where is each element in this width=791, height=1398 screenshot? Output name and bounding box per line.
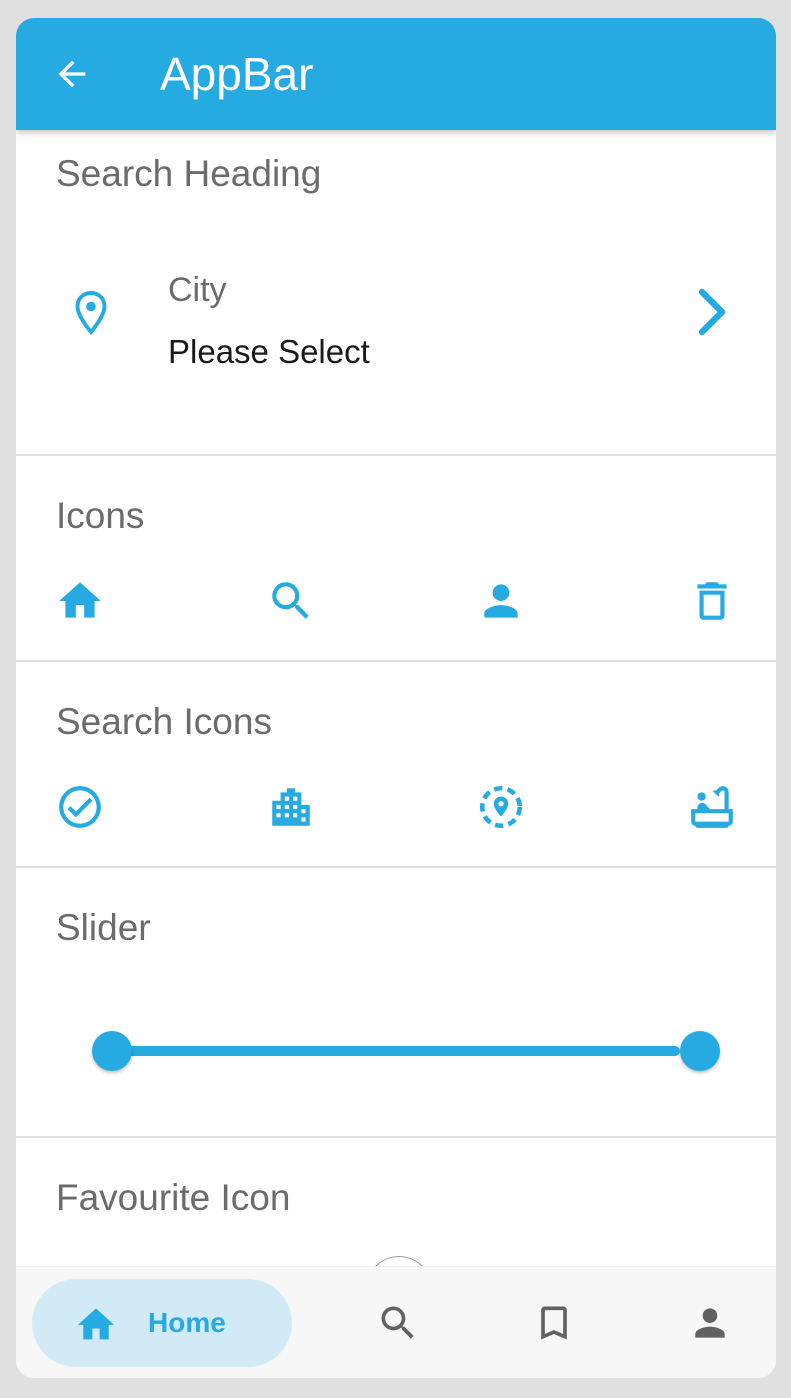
main-content[interactable]: Search Heading City Please Select Icons … <box>16 130 776 1266</box>
city-value: Please Select <box>168 333 370 370</box>
search-icons-section: Search Icons <box>16 662 776 868</box>
search-icon <box>381 1306 414 1339</box>
delete-icon[interactable] <box>687 576 737 626</box>
icons-section: Icons <box>16 456 776 662</box>
check-circle-icon[interactable] <box>55 782 105 832</box>
bathtub-icon[interactable] <box>687 782 737 832</box>
location-dashed-icon[interactable] <box>476 782 526 832</box>
chevron-right-icon <box>692 284 732 340</box>
search-icons-heading: Search Icons <box>56 701 272 742</box>
city-label: City <box>168 271 227 309</box>
home-icon <box>74 1303 118 1343</box>
slider-thumb-start[interactable] <box>92 1031 132 1071</box>
app-bar-title: AppBar <box>160 48 314 100</box>
favourite-section: Favourite Icon <box>16 1138 776 1266</box>
app-bar: AppBar <box>16 18 776 130</box>
back-button[interactable] <box>52 54 92 94</box>
phone-frame: AppBar Search Heading City Please Select <box>16 18 776 1378</box>
location-pin-icon <box>73 290 109 338</box>
range-slider[interactable] <box>92 1026 720 1076</box>
person-icon <box>695 1308 725 1338</box>
bottom-navigation: Home <box>16 1266 776 1378</box>
nav-item-home-label: Home <box>148 1307 226 1338</box>
slider-thumb-end[interactable] <box>680 1031 720 1071</box>
icons-section-heading: Icons <box>56 495 145 536</box>
favourite-heading: Favourite Icon <box>56 1177 291 1218</box>
nav-item-home[interactable]: Home <box>32 1279 292 1367</box>
search-section-heading: Search Heading <box>56 153 322 194</box>
home-icon[interactable] <box>55 576 105 626</box>
search-icon[interactable] <box>266 576 316 626</box>
slider-section: Slider <box>16 868 776 1138</box>
city-selector[interactable]: City Please Select <box>16 250 776 380</box>
bookmark-icon <box>541 1306 567 1340</box>
search-section: Search Heading City Please Select <box>16 130 776 456</box>
nav-item-search[interactable] <box>376 1301 420 1345</box>
arrow-back-icon <box>58 60 86 88</box>
slider-heading: Slider <box>56 907 151 948</box>
person-icon[interactable] <box>476 576 526 626</box>
building-icon[interactable] <box>266 782 316 832</box>
nav-item-bookmarks[interactable] <box>532 1301 576 1345</box>
slider-track[interactable] <box>112 1046 680 1056</box>
nav-item-profile[interactable] <box>688 1301 732 1345</box>
